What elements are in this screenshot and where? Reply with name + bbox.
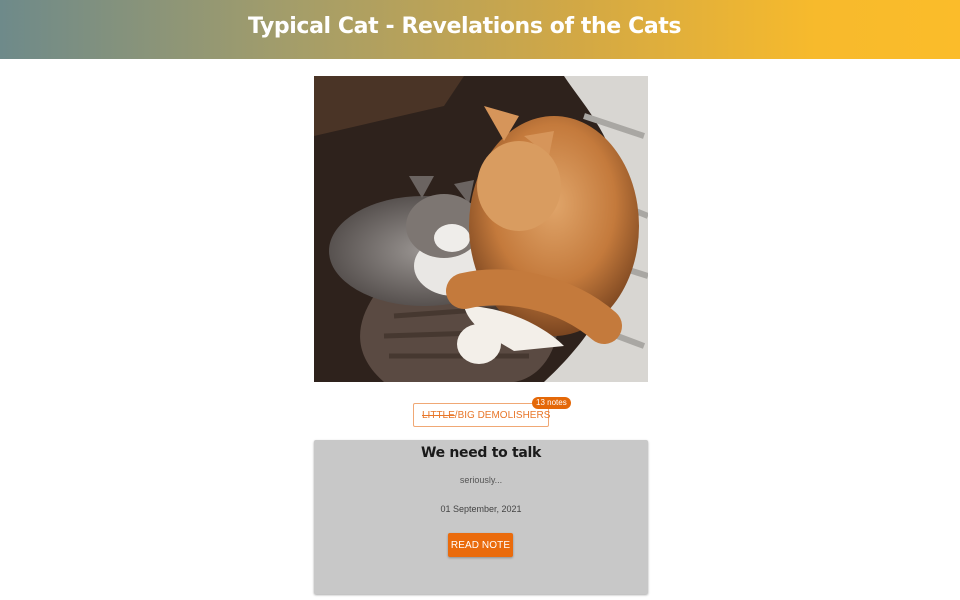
read-note-button[interactable]: READ NOTE: [448, 533, 513, 557]
note-card: We need to talk seriously... 01 Septembe…: [314, 440, 648, 594]
tag-struck-text: LITTLE: [422, 409, 455, 421]
cat-photo: [314, 76, 648, 382]
notes-count-badge: 13 notes: [532, 397, 571, 409]
site-title: Typical Cat - Revelations of the Cats: [248, 14, 682, 39]
cat-photo-illustration: [314, 76, 648, 382]
note-date: 01 September, 2021: [440, 504, 522, 514]
site-header: Typical Cat - Revelations of the Cats: [0, 0, 960, 59]
tag-text: /BIG DEMOLISHERS: [454, 409, 551, 421]
note-subtitle: seriously...: [459, 475, 503, 485]
note-title: We need to talk: [420, 445, 542, 461]
tag-filter-button[interactable]: LITTLE/BIG DEMOLISHERS: [413, 403, 564, 427]
